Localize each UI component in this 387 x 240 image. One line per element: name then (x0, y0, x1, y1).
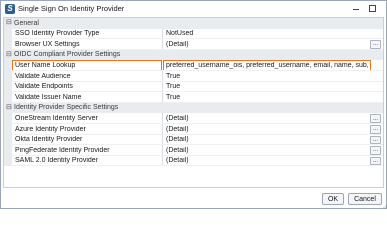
property-value[interactable]: True (166, 83, 366, 90)
property-value[interactable]: True (166, 94, 366, 101)
category-label: Identity Provider Specific Settings (14, 104, 119, 112)
property-name: Validate Endpoints (15, 83, 73, 91)
property-row-validate-endpoints[interactable]: Validate Endpoints True (4, 81, 383, 93)
column-divider (162, 145, 163, 156)
row-gutter (4, 71, 12, 82)
property-name: SSO Identity Provider Type (15, 30, 100, 38)
cancel-button[interactable]: Cancel (348, 193, 382, 205)
property-value: (Detail) (166, 114, 189, 122)
property-row-saml[interactable]: SAML 2.0 Identity Provider (Detail) ... (4, 155, 383, 167)
row-gutter (4, 134, 12, 146)
title-bar: S Single Sign On Identity Provider (1, 1, 386, 16)
collapse-icon[interactable]: ⊟ (6, 104, 13, 112)
property-value[interactable]: NotUsed (166, 30, 366, 37)
collapse-icon[interactable]: ⊟ (6, 19, 13, 27)
property-name: PingFederate Identity Provider (15, 146, 110, 154)
app-logo-icon: S (5, 4, 15, 14)
column-divider (162, 134, 163, 146)
property-value: (Detail) (166, 146, 189, 154)
row-gutter (4, 28, 12, 40)
saml-details-button[interactable]: ... (370, 156, 381, 166)
property-name: Validate Audience (15, 72, 71, 80)
row-gutter (4, 39, 12, 50)
category-label: General (14, 19, 39, 27)
property-row-browser-ux[interactable]: Browser UX Settings (Detail) ... (4, 39, 383, 50)
property-name: OneStream Identity Server (15, 114, 98, 122)
property-row-sso-type[interactable]: SSO Identity Provider Type NotUsed (4, 28, 383, 40)
row-gutter (4, 124, 12, 135)
property-row-validate-audience[interactable]: Validate Audience True (4, 71, 383, 82)
property-name: Okta Identity Provider (15, 136, 83, 144)
property-value[interactable]: True (166, 73, 366, 80)
category-label: OIDC Compliant Provider Settings (14, 51, 121, 59)
property-row-onestream[interactable]: OneStream Identity Server (Detail) ... (4, 113, 383, 124)
property-value: (Detail) (166, 157, 189, 165)
azure-details-button[interactable]: ... (370, 125, 381, 134)
okta-details-button[interactable]: ... (370, 135, 381, 145)
row-gutter (4, 92, 12, 103)
minimize-button[interactable] (351, 4, 363, 13)
column-divider (162, 39, 163, 50)
onestream-details-button[interactable]: ... (370, 114, 381, 123)
collapse-icon[interactable]: ⊟ (6, 51, 13, 59)
category-identity-provider[interactable]: ⊟ Identity Provider Specific Settings (4, 102, 383, 114)
property-name: Browser UX Settings (15, 40, 80, 48)
browser-ux-details-button[interactable]: ... (370, 40, 381, 49)
property-name: Validate Issuer Name (15, 93, 82, 101)
ok-button[interactable]: OK (322, 193, 344, 205)
property-value: (Detail) (166, 40, 189, 48)
window-title: Single Sign On Identity Provider (18, 4, 125, 13)
property-name: SAML 2.0 Identity Provider (15, 157, 99, 165)
property-row-user-name-lookup[interactable]: User Name Lookup (4, 60, 383, 71)
row-gutter (4, 81, 12, 93)
sso-identity-provider-dialog: S Single Sign On Identity Provider ⊟ Gen… (0, 0, 387, 209)
property-value: (Detail) (166, 136, 189, 144)
property-grid: ⊟ General SSO Identity Provider Type Not… (3, 17, 384, 188)
property-row-validate-issuer[interactable]: Validate Issuer Name True (4, 92, 383, 103)
category-oidc[interactable]: ⊟ OIDC Compliant Provider Settings (4, 49, 383, 61)
row-gutter (4, 113, 12, 124)
property-row-pingfederate[interactable]: PingFederate Identity Provider (Detail) … (4, 145, 383, 156)
column-divider (162, 155, 163, 167)
column-divider (162, 113, 163, 124)
row-gutter (4, 155, 12, 167)
property-value: (Detail) (166, 125, 189, 133)
column-divider (162, 71, 163, 82)
column-divider (162, 81, 163, 93)
property-row-okta[interactable]: Okta Identity Provider (Detail) ... (4, 134, 383, 146)
row-gutter (4, 60, 12, 71)
column-divider (162, 92, 163, 103)
category-general[interactable]: ⊟ General (4, 18, 383, 29)
column-divider (162, 28, 163, 40)
maximize-button[interactable] (367, 4, 379, 13)
resize-grip-icon[interactable] (382, 204, 387, 209)
column-divider (162, 124, 163, 135)
property-name: User Name Lookup (15, 61, 76, 69)
user-name-lookup-input[interactable] (163, 60, 371, 71)
pingfederate-details-button[interactable]: ... (370, 146, 381, 155)
property-row-azure[interactable]: Azure Identity Provider (Detail) ... (4, 124, 383, 135)
row-gutter (4, 145, 12, 156)
property-name: Azure Identity Provider (15, 125, 86, 133)
